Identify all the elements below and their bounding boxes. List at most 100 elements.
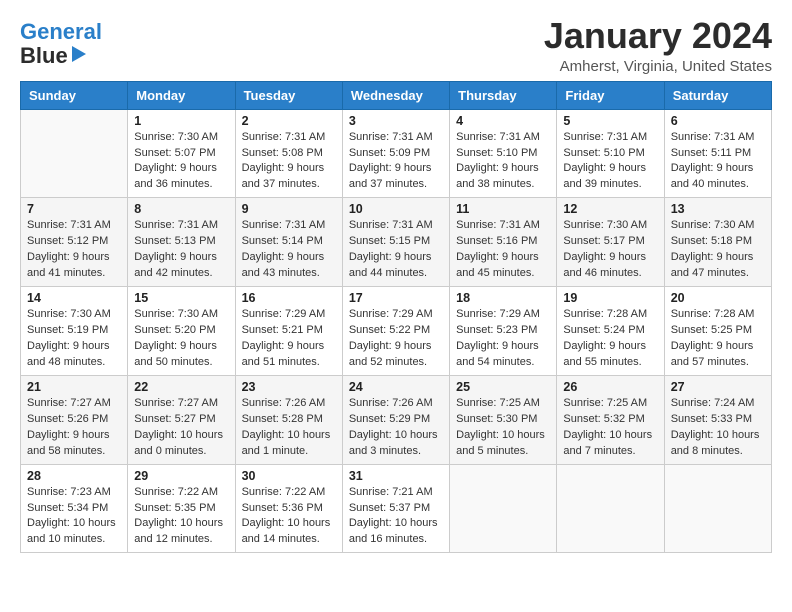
- day-info: Sunrise: 7:21 AMSunset: 5:37 PMDaylight:…: [349, 485, 443, 549]
- day-info: Sunrise: 7:31 AMSunset: 5:10 PMDaylight:…: [563, 130, 657, 194]
- day-info: Sunrise: 7:31 AMSunset: 5:09 PMDaylight:…: [349, 130, 443, 194]
- logo-arrow-icon: [72, 46, 86, 62]
- calendar-week-row: 7 Sunrise: 7:31 AMSunset: 5:12 PMDaylight…: [21, 198, 772, 287]
- calendar-cell: 4 Sunrise: 7:31 AMSunset: 5:10 PMDaylight…: [450, 109, 557, 198]
- day-number: 7: [27, 202, 121, 216]
- calendar-cell: [21, 109, 128, 198]
- day-info: Sunrise: 7:30 AMSunset: 5:20 PMDaylight:…: [134, 307, 228, 371]
- day-info: Sunrise: 7:25 AMSunset: 5:32 PMDaylight:…: [563, 396, 657, 460]
- day-number: 5: [563, 114, 657, 128]
- logo: General Blue: [20, 20, 102, 68]
- calendar-cell: 30 Sunrise: 7:22 AMSunset: 5:36 PMDayligh…: [235, 464, 342, 553]
- day-number: 26: [563, 380, 657, 394]
- logo-text: General: [20, 20, 102, 44]
- day-number: 27: [671, 380, 765, 394]
- calendar-cell: 11 Sunrise: 7:31 AMSunset: 5:16 PMDayligh…: [450, 198, 557, 287]
- day-number: 4: [456, 114, 550, 128]
- calendar-cell: 2 Sunrise: 7:31 AMSunset: 5:08 PMDaylight…: [235, 109, 342, 198]
- day-number: 17: [349, 291, 443, 305]
- calendar-cell: 3 Sunrise: 7:31 AMSunset: 5:09 PMDaylight…: [342, 109, 449, 198]
- header: General Blue January 2024 Amherst, Virgi…: [20, 16, 772, 75]
- day-number: 16: [242, 291, 336, 305]
- calendar-week-row: 21 Sunrise: 7:27 AMSunset: 5:26 PMDayligh…: [21, 375, 772, 464]
- day-number: 18: [456, 291, 550, 305]
- day-number: 29: [134, 469, 228, 483]
- day-number: 3: [349, 114, 443, 128]
- day-info: Sunrise: 7:27 AMSunset: 5:27 PMDaylight:…: [134, 396, 228, 460]
- page-subtitle: Amherst, Virginia, United States: [544, 58, 772, 75]
- day-number: 28: [27, 469, 121, 483]
- day-info: Sunrise: 7:31 AMSunset: 5:08 PMDaylight:…: [242, 130, 336, 194]
- calendar-cell: 5 Sunrise: 7:31 AMSunset: 5:10 PMDaylight…: [557, 109, 664, 198]
- day-number: 21: [27, 380, 121, 394]
- calendar-cell: 12 Sunrise: 7:30 AMSunset: 5:17 PMDayligh…: [557, 198, 664, 287]
- calendar-body: 1 Sunrise: 7:30 AMSunset: 5:07 PMDaylight…: [21, 109, 772, 553]
- day-info: Sunrise: 7:31 AMSunset: 5:14 PMDaylight:…: [242, 218, 336, 282]
- calendar-cell: 22Sunrise: 7:27 AMSunset: 5:27 PMDayligh…: [128, 375, 235, 464]
- calendar-week-row: 28Sunrise: 7:23 AMSunset: 5:34 PMDayligh…: [21, 464, 772, 553]
- day-info: Sunrise: 7:31 AMSunset: 5:16 PMDaylight:…: [456, 218, 550, 282]
- day-number: 13: [671, 202, 765, 216]
- calendar-cell: 31 Sunrise: 7:21 AMSunset: 5:37 PMDayligh…: [342, 464, 449, 553]
- calendar-cell: 15 Sunrise: 7:30 AMSunset: 5:20 PMDayligh…: [128, 287, 235, 376]
- day-number: 31: [349, 469, 443, 483]
- calendar-cell: 10Sunrise: 7:31 AMSunset: 5:15 PMDayligh…: [342, 198, 449, 287]
- day-number: 11: [456, 202, 550, 216]
- calendar-cell: 24Sunrise: 7:26 AMSunset: 5:29 PMDayligh…: [342, 375, 449, 464]
- day-info: Sunrise: 7:29 AMSunset: 5:21 PMDaylight:…: [242, 307, 336, 371]
- day-info: Sunrise: 7:28 AMSunset: 5:25 PMDaylight:…: [671, 307, 765, 371]
- day-info: Sunrise: 7:28 AMSunset: 5:24 PMDaylight:…: [563, 307, 657, 371]
- calendar-cell: 14 Sunrise: 7:30 AMSunset: 5:19 PMDayligh…: [21, 287, 128, 376]
- col-header-saturday: Saturday: [664, 81, 771, 109]
- day-number: 15: [134, 291, 228, 305]
- day-info: Sunrise: 7:29 AMSunset: 5:23 PMDaylight:…: [456, 307, 550, 371]
- day-number: 20: [671, 291, 765, 305]
- col-header-thursday: Thursday: [450, 81, 557, 109]
- day-info: Sunrise: 7:30 AMSunset: 5:19 PMDaylight:…: [27, 307, 121, 371]
- day-number: 1: [134, 114, 228, 128]
- calendar-cell: 16 Sunrise: 7:29 AMSunset: 5:21 PMDayligh…: [235, 287, 342, 376]
- calendar-cell: [557, 464, 664, 553]
- day-info: Sunrise: 7:29 AMSunset: 5:22 PMDaylight:…: [349, 307, 443, 371]
- calendar-cell: 29 Sunrise: 7:22 AMSunset: 5:35 PMDayligh…: [128, 464, 235, 553]
- calendar-cell: 8Sunrise: 7:31 AMSunset: 5:13 PMDaylight…: [128, 198, 235, 287]
- calendar-header-row: SundayMondayTuesdayWednesdayThursdayFrid…: [21, 81, 772, 109]
- calendar-cell: 19 Sunrise: 7:28 AMSunset: 5:24 PMDayligh…: [557, 287, 664, 376]
- calendar-cell: 25Sunrise: 7:25 AMSunset: 5:30 PMDayligh…: [450, 375, 557, 464]
- calendar-cell: 17 Sunrise: 7:29 AMSunset: 5:22 PMDayligh…: [342, 287, 449, 376]
- calendar-week-row: 14 Sunrise: 7:30 AMSunset: 5:19 PMDayligh…: [21, 287, 772, 376]
- day-info: Sunrise: 7:26 AMSunset: 5:28 PMDaylight:…: [242, 396, 336, 460]
- day-number: 12: [563, 202, 657, 216]
- calendar-cell: 7 Sunrise: 7:31 AMSunset: 5:12 PMDaylight…: [21, 198, 128, 287]
- day-number: 2: [242, 114, 336, 128]
- day-number: 25: [456, 380, 550, 394]
- day-number: 9: [242, 202, 336, 216]
- day-number: 19: [563, 291, 657, 305]
- calendar-cell: 23 Sunrise: 7:26 AMSunset: 5:28 PMDayligh…: [235, 375, 342, 464]
- col-header-monday: Monday: [128, 81, 235, 109]
- day-number: 30: [242, 469, 336, 483]
- page-title: January 2024: [544, 16, 772, 56]
- day-info: Sunrise: 7:27 AMSunset: 5:26 PMDaylight:…: [27, 396, 121, 460]
- calendar-cell: 28Sunrise: 7:23 AMSunset: 5:34 PMDayligh…: [21, 464, 128, 553]
- calendar-cell: 9 Sunrise: 7:31 AMSunset: 5:14 PMDaylight…: [235, 198, 342, 287]
- day-info: Sunrise: 7:30 AMSunset: 5:17 PMDaylight:…: [563, 218, 657, 282]
- day-info: Sunrise: 7:31 AMSunset: 5:10 PMDaylight:…: [456, 130, 550, 194]
- day-info: Sunrise: 7:26 AMSunset: 5:29 PMDaylight:…: [349, 396, 443, 460]
- calendar-cell: 1 Sunrise: 7:30 AMSunset: 5:07 PMDaylight…: [128, 109, 235, 198]
- calendar-cell: 26 Sunrise: 7:25 AMSunset: 5:32 PMDayligh…: [557, 375, 664, 464]
- calendar-week-row: 1 Sunrise: 7:30 AMSunset: 5:07 PMDaylight…: [21, 109, 772, 198]
- col-header-friday: Friday: [557, 81, 664, 109]
- day-number: 6: [671, 114, 765, 128]
- day-number: 14: [27, 291, 121, 305]
- day-number: 8: [134, 202, 228, 216]
- day-info: Sunrise: 7:22 AMSunset: 5:35 PMDaylight:…: [134, 485, 228, 549]
- day-info: Sunrise: 7:31 AMSunset: 5:12 PMDaylight:…: [27, 218, 121, 282]
- day-info: Sunrise: 7:22 AMSunset: 5:36 PMDaylight:…: [242, 485, 336, 549]
- day-number: 10: [349, 202, 443, 216]
- calendar-cell: 13Sunrise: 7:30 AMSunset: 5:18 PMDayligh…: [664, 198, 771, 287]
- calendar-cell: 20 Sunrise: 7:28 AMSunset: 5:25 PMDayligh…: [664, 287, 771, 376]
- day-number: 23: [242, 380, 336, 394]
- day-info: Sunrise: 7:30 AMSunset: 5:07 PMDaylight:…: [134, 130, 228, 194]
- calendar-cell: [664, 464, 771, 553]
